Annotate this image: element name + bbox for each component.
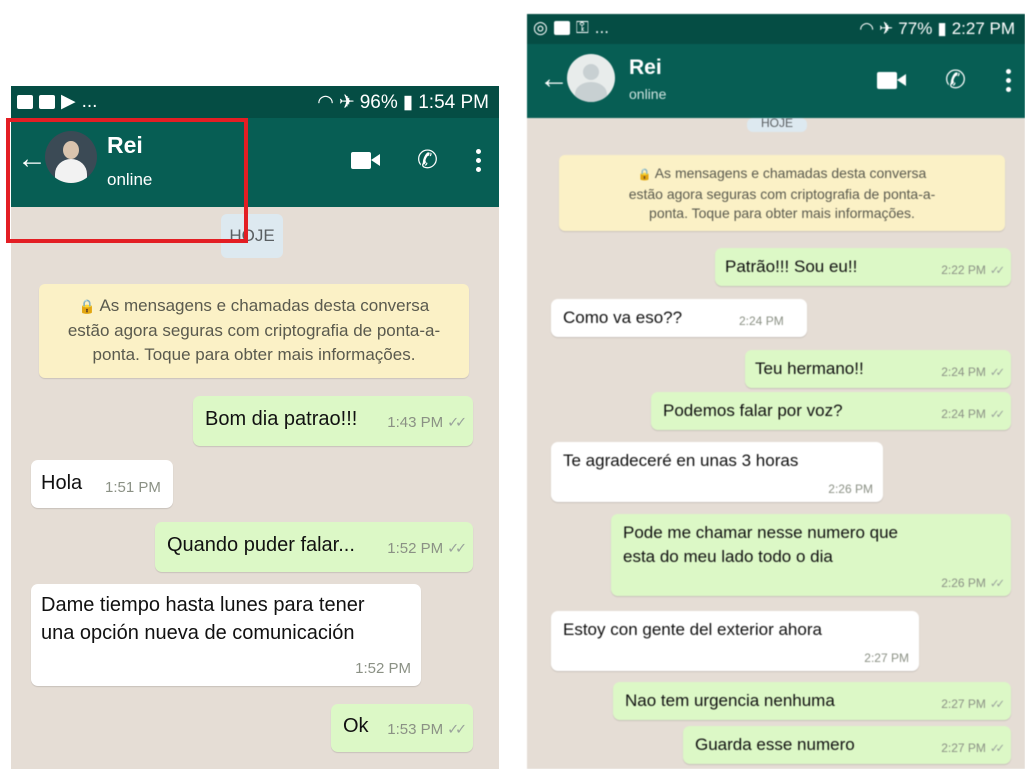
chat-screen-right: ◎ ⚿ ... ◠ ✈ 77% ▮ 2:27 PM ← Rei online ✆… (527, 14, 1025, 769)
notification-icon (553, 21, 570, 35)
more-options-icon[interactable] (476, 149, 481, 172)
key-icon: ⚿ (575, 18, 589, 37)
message-bubble[interactable]: Quando puder falar... 1:52 PM ✓✓ (155, 522, 473, 572)
battery-level: 77% (898, 19, 933, 38)
message-text: Te agradeceré en unas 3 horas (563, 451, 799, 470)
message-text: Patrão!!! Sou eu!! (725, 257, 858, 276)
message-text: Pode me chamar nesse numero que (623, 523, 898, 542)
read-ticks-icon: ✓✓ (989, 265, 1005, 277)
back-arrow-icon[interactable]: ← (539, 64, 569, 94)
message-bubble[interactable]: Hola 1:51 PM (31, 460, 173, 508)
wifi-icon: ◠ (317, 92, 334, 113)
chat-header: ← Rei online ✆ (527, 44, 1025, 118)
message-text: Bom dia patrao!!! (205, 408, 358, 430)
voice-call-icon[interactable]: ✆ (417, 148, 438, 173)
video-call-icon[interactable] (351, 152, 381, 169)
wifi-icon: ◠ (859, 19, 875, 38)
read-ticks-icon: ✓✓ (989, 367, 1005, 379)
message-text: Podemos falar por voz? (663, 401, 843, 420)
message-bubble[interactable]: Estoy con gente del exterior ahora 2:27 … (551, 611, 919, 671)
battery-icon: ▮ (402, 92, 414, 113)
status-overflow: ... (81, 90, 98, 112)
message-bubble[interactable]: Te agradeceré en unas 3 horas 2:26 PM (551, 442, 883, 502)
message-time: 1:53 PM (387, 721, 444, 738)
message-time: 2:24 PM (941, 365, 986, 379)
avatar[interactable] (567, 54, 615, 102)
status-bar: ◎ ⚿ ... ◠ ✈ 77% ▮ 2:27 PM (527, 14, 1025, 44)
airplane-icon: ✈ (338, 92, 355, 113)
message-bubble[interactable]: Patrão!!! Sou eu!! 2:22 PM ✓✓ (715, 248, 1011, 286)
contact-status: online (629, 86, 667, 102)
message-text: Teu hermano!! (755, 359, 864, 378)
message-text: Hola (41, 472, 83, 494)
airplane-icon: ✈ (879, 19, 894, 38)
message-time: 2:22 PM (941, 263, 986, 277)
read-ticks-icon: ✓✓ (447, 722, 467, 738)
message-bubble[interactable]: Ok 1:53 PM ✓✓ (331, 704, 473, 752)
video-call-icon[interactable] (877, 72, 907, 89)
message-text: Dame tiempo hasta lunes para tener (41, 594, 365, 616)
status-overflow: ... (594, 18, 609, 37)
message-time: 1:43 PM (387, 414, 444, 431)
message-time: 1:51 PM (105, 479, 161, 496)
message-time: 2:24 PM (739, 314, 784, 328)
lock-icon: 🔒 (637, 169, 652, 181)
message-text: Nao tem urgencia nenhuma (625, 691, 835, 710)
voice-call-icon[interactable]: ✆ (945, 68, 966, 93)
message-text: Ok (343, 715, 369, 737)
encryption-notice[interactable]: 🔒 As mensagens e chamadas desta conversa… (559, 155, 1005, 231)
encryption-notice[interactable]: 🔒 As mensagens e chamadas desta conversa… (39, 284, 469, 378)
message-time: 2:27 PM (941, 741, 986, 755)
status-bar: ▶ ... ◠ ✈ 96% ▮ 1:54 PM (11, 86, 499, 118)
message-time: 1:52 PM (387, 540, 444, 557)
read-ticks-icon: ✓✓ (989, 743, 1005, 755)
battery-level: 96% (359, 91, 398, 113)
sync-icon: ◎ (533, 18, 548, 37)
play-store-icon: ▶ (61, 91, 76, 112)
message-text: Quando puder falar... (167, 534, 355, 556)
message-text: esta do meu lado todo o dia (623, 547, 833, 566)
read-ticks-icon: ✓✓ (989, 578, 1005, 590)
battery-icon: ▮ (937, 19, 947, 38)
contact-name[interactable]: Rei (629, 56, 662, 80)
message-text: Guarda esse numero (695, 735, 855, 754)
message-bubble[interactable]: Como va eso?? 2:24 PM (551, 299, 807, 337)
message-bubble[interactable]: Dame tiempo hasta lunes para tener una o… (31, 584, 421, 686)
read-ticks-icon: ✓✓ (989, 699, 1005, 711)
highlight-box (6, 118, 248, 243)
message-time: 2:26 PM (941, 576, 986, 590)
clock: 1:54 PM (418, 91, 489, 113)
read-ticks-icon: ✓✓ (447, 541, 467, 557)
more-options-icon[interactable] (1006, 69, 1011, 92)
message-time: 2:27 PM (941, 697, 986, 711)
message-bubble[interactable]: Teu hermano!! 2:24 PM ✓✓ (745, 350, 1011, 388)
message-time: 2:24 PM (941, 407, 986, 421)
notification-icon (17, 94, 33, 109)
message-bubble[interactable]: Podemos falar por voz? 2:24 PM ✓✓ (651, 392, 1011, 430)
message-bubble[interactable]: Nao tem urgencia nenhuma 2:27 PM ✓✓ (613, 682, 1011, 720)
message-text: Estoy con gente del exterior ahora (563, 620, 822, 639)
message-text: una opción nueva de comunicación (41, 622, 355, 644)
message-bubble[interactable]: Guarda esse numero 2:27 PM ✓✓ (683, 726, 1011, 764)
message-bubble[interactable]: Pode me chamar nesse numero que esta do … (611, 514, 1011, 596)
message-time: 2:27 PM (864, 651, 909, 665)
lock-icon: 🔒 (78, 299, 96, 314)
notification-icon (39, 94, 55, 109)
read-ticks-icon: ✓✓ (447, 415, 467, 431)
message-time: 2:26 PM (828, 482, 873, 496)
message-text: Como va eso?? (563, 308, 683, 327)
clock: 2:27 PM (951, 19, 1015, 38)
read-ticks-icon: ✓✓ (989, 409, 1005, 421)
message-time: 1:52 PM (355, 660, 411, 677)
date-chip: HOJE (747, 118, 807, 132)
message-bubble[interactable]: Bom dia patrao!!! 1:43 PM ✓✓ (193, 396, 473, 446)
